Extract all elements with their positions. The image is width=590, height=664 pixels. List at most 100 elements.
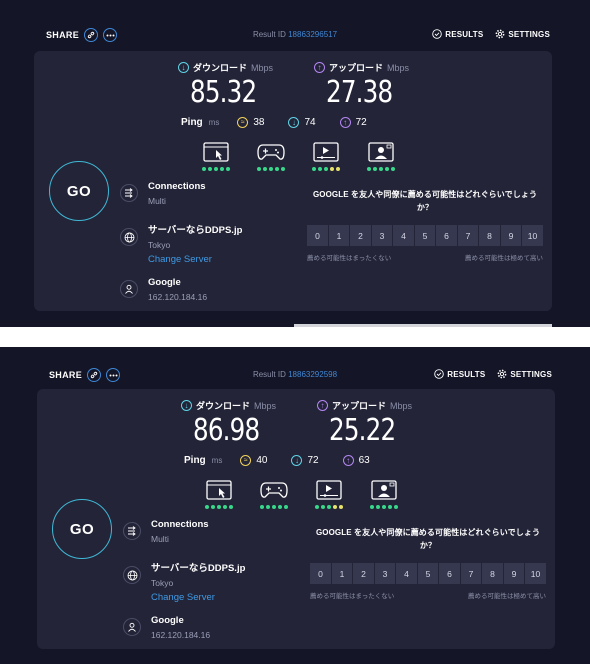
connection-info: Connections Multi サーバーならDDPS.jp Tokyo Ch… [123, 519, 245, 659]
ping-label: Ping [184, 455, 206, 466]
connections-icon [120, 184, 138, 202]
score-button-5[interactable]: 5 [414, 225, 436, 246]
score-button-9[interactable]: 9 [500, 225, 522, 246]
server-row: サーバーならDDPS.jp Tokyo Change Server [123, 563, 245, 615]
score-button-5[interactable]: 5 [417, 563, 439, 584]
upload-latency-icon: ↑ [342, 455, 354, 466]
provider-name: Google [148, 277, 181, 288]
upload-metric: ↑ アップロード Mbps 25.22 [317, 399, 457, 448]
survey-question: GOOGLE を友人や同僚に薦める可能性はどれぐらいでしょうか？ [315, 528, 541, 550]
score-button-3[interactable]: 3 [371, 225, 393, 246]
download-latency-icon: ↓ [291, 455, 303, 466]
server-name: サーバーならDDPS.jp [151, 563, 246, 574]
globe-icon [123, 566, 141, 584]
gaming-quality[interactable] [257, 141, 285, 171]
score-button-1[interactable]: 1 [328, 225, 350, 246]
quality-icons [205, 479, 398, 509]
settings-label: SETTINGS [510, 369, 552, 379]
upload-value: 25.22 [329, 413, 396, 448]
quality-icons [202, 141, 395, 171]
upload-label: アップロード [332, 401, 387, 411]
score-button-4[interactable]: 4 [393, 225, 414, 246]
results-button[interactable]: RESULTS [432, 29, 483, 39]
go-button[interactable]: GO [49, 161, 109, 221]
result-id-label: Result ID [252, 370, 286, 379]
ping-idle-value: 40 [256, 455, 268, 466]
result-id-label: Result ID [252, 30, 286, 39]
streaming-icon [315, 479, 343, 501]
settings-button[interactable]: SETTINGS [495, 29, 550, 39]
connections-title: Connections [148, 181, 206, 192]
results-label: RESULTS [445, 29, 484, 39]
score-button-3[interactable]: 3 [374, 563, 396, 584]
browsing-quality[interactable] [202, 141, 230, 171]
result-id-link[interactable]: 18863292598 [288, 370, 337, 379]
top-right-actions: RESULTS SETTINGS [432, 29, 550, 39]
recommendation-survey: GOOGLE を友人や同僚に薦める可能性はどれぐらいでしょうか？ 0 1 2 3… [309, 526, 547, 600]
upload-unit: Mbps [390, 400, 413, 411]
results-label: RESULTS [447, 369, 486, 379]
score-button-9[interactable]: 9 [503, 563, 525, 584]
score-button-0[interactable]: 0 [307, 225, 328, 246]
ping-up-value: 72 [355, 117, 367, 128]
server-location: Tokyo [148, 240, 171, 250]
score-button-6[interactable]: 6 [439, 563, 460, 584]
download-value: 86.98 [193, 413, 260, 448]
video-chat-quality[interactable] [370, 479, 398, 509]
connections-value: Multi [151, 534, 169, 544]
score-button-7[interactable]: 7 [460, 563, 482, 584]
result-panel: ↓ ダウンロード Mbps 85.32 ↑ アップロード Mbps 27.38 … [34, 51, 552, 311]
gear-icon [497, 369, 507, 379]
score-button-6[interactable]: 6 [436, 225, 457, 246]
download-value: 85.32 [190, 75, 257, 110]
upload-latency-icon: ↑ [339, 117, 351, 128]
score-button-0[interactable]: 0 [310, 563, 331, 584]
change-server-link[interactable]: Change Server [151, 591, 245, 605]
score-button-8[interactable]: 8 [482, 563, 503, 584]
score-button-2[interactable]: 2 [353, 563, 374, 584]
score-button-1[interactable]: 1 [331, 563, 353, 584]
provider-ip: 162.120.184.16 [151, 630, 211, 640]
result-id-link[interactable]: 18863296517 [288, 30, 337, 39]
download-latency-icon: ↓ [288, 117, 300, 128]
ping-label: Ping [181, 117, 203, 128]
streaming-icon [312, 141, 340, 163]
download-arrow-icon: ↓ [181, 400, 192, 411]
gaming-quality[interactable] [260, 479, 288, 509]
cropped-strip [294, 324, 552, 327]
settings-button[interactable]: SETTINGS [497, 369, 552, 379]
top-bar: SHARE Result ID 18863292598 RESULTS SETT… [0, 366, 590, 386]
streaming-quality[interactable] [315, 479, 343, 509]
ping-unit: ms [208, 118, 220, 127]
download-metric: ↓ ダウンロード Mbps 86.98 [181, 399, 321, 448]
survey-low-label: 薦める可能性はまったくない [310, 593, 395, 600]
survey-question: GOOGLE を友人や同僚に薦める可能性はどれぐらいでしょうか？ [312, 190, 538, 212]
score-button-4[interactable]: 4 [396, 563, 417, 584]
provider-name: Google [151, 615, 184, 626]
ping-down-value: 74 [304, 117, 316, 128]
survey-scale: 0 1 2 3 4 5 6 7 8 9 10 [306, 225, 544, 246]
score-button-7[interactable]: 7 [457, 225, 479, 246]
browsing-quality[interactable] [205, 479, 233, 509]
change-server-link[interactable]: Change Server [148, 253, 242, 267]
provider-row: Google 162.120.184.16 [120, 277, 242, 321]
score-button-10[interactable]: 10 [525, 563, 546, 584]
upload-arrow-icon: ↑ [317, 400, 328, 411]
server-location: Tokyo [151, 578, 174, 588]
download-label: ダウンロード [196, 401, 251, 411]
survey-low-label: 薦める可能性はまったくない [307, 255, 392, 262]
score-button-2[interactable]: 2 [350, 225, 371, 246]
score-button-8[interactable]: 8 [479, 225, 500, 246]
upload-label: アップロード [329, 63, 384, 73]
video-chat-quality[interactable] [367, 141, 395, 171]
streaming-quality[interactable] [312, 141, 340, 171]
browsing-icon [205, 479, 233, 501]
go-button[interactable]: GO [52, 499, 112, 559]
score-button-10[interactable]: 10 [522, 225, 543, 246]
check-circle-icon [434, 369, 444, 379]
browsing-icon [202, 141, 230, 163]
results-button[interactable]: RESULTS [434, 369, 485, 379]
download-unit: Mbps [254, 400, 277, 411]
result-panel: ↓ ダウンロード Mbps 86.98 ↑ アップロード Mbps 25.22 … [37, 389, 555, 649]
globe-icon [120, 228, 138, 246]
